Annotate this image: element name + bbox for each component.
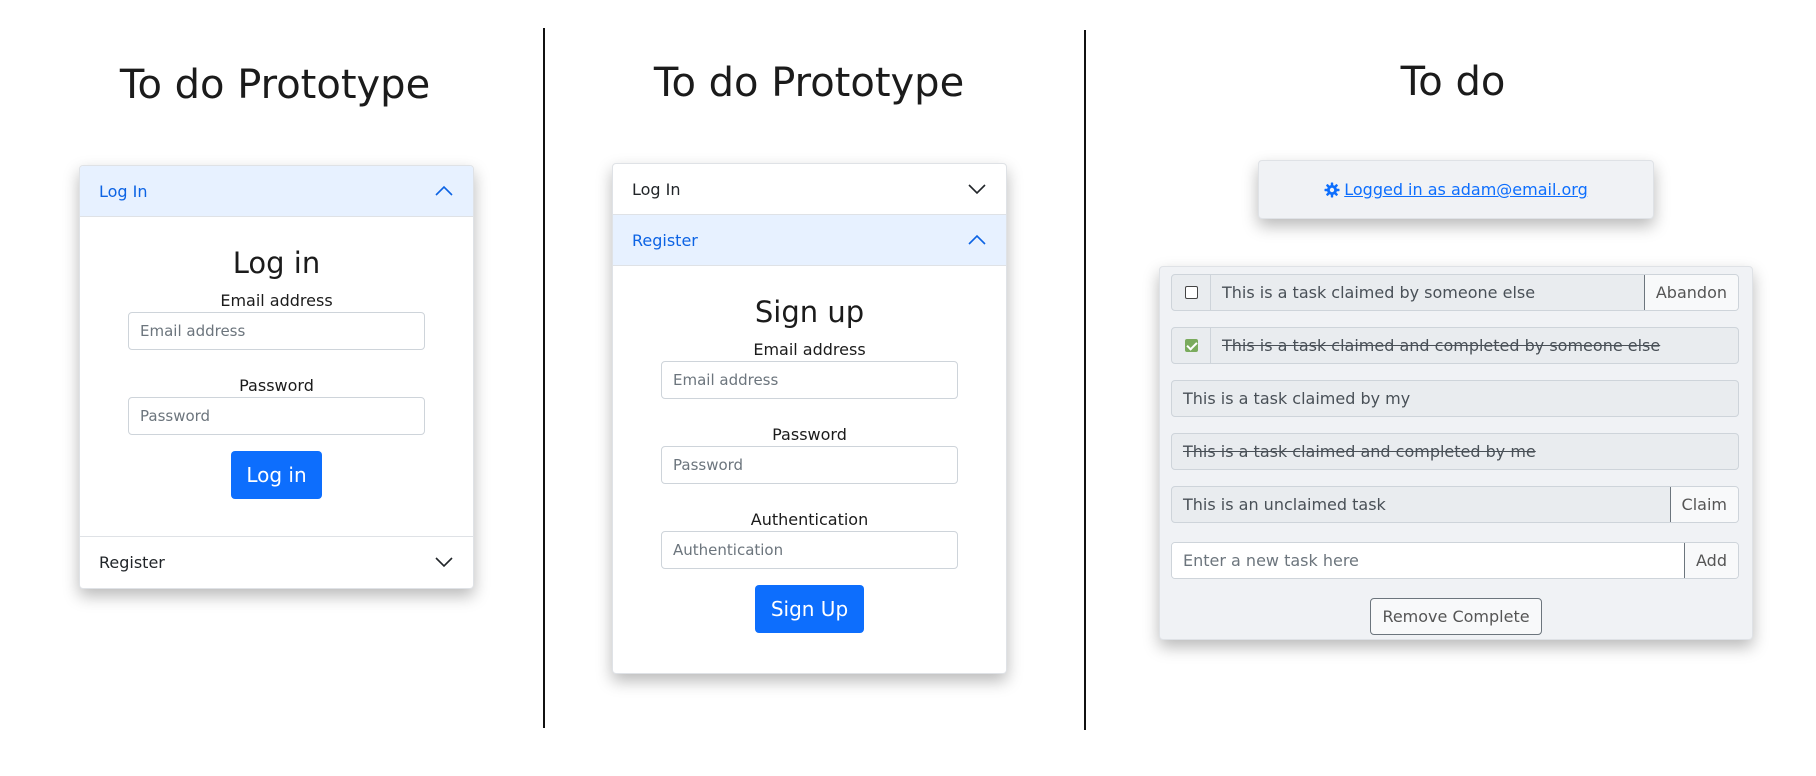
new-task-row: Add [1171,542,1739,579]
accordion-register-label: Register [632,230,698,250]
email-field[interactable] [661,361,958,399]
password-field[interactable] [128,397,425,435]
authentication-label: Authentication [750,510,869,529]
accordion-login-label: Log In [632,179,681,199]
task-row: This is a task claimed by my [1171,380,1739,417]
email-field[interactable] [128,312,425,350]
accordion-register-header[interactable]: Register [80,536,473,587]
authentication-field[interactable] [661,531,958,569]
task-checkbox-checked[interactable] [1184,339,1198,352]
claim-task-button[interactable]: Claim [1669,487,1738,522]
password-label: Password [772,425,847,444]
task-text: This is a task claimed and completed by … [1183,442,1536,461]
task-row: This is a task claimed by someone else Ab… [1171,274,1739,311]
chevron-up-icon [968,234,986,245]
login-accordion: Log In Log in Email address Password Log… [79,165,474,589]
password-label: Password [239,376,314,395]
login-form: Log in Email address Password Log in [80,217,473,536]
task-text: This is a task claimed and completed by … [1222,336,1661,355]
abandon-task-button[interactable]: Abandon [1643,275,1738,310]
logged-in-link[interactable]: Logged in as adam@email.org [1324,180,1588,199]
add-task-button[interactable]: Add [1684,543,1738,578]
accordion-login-label: Log In [99,181,148,201]
task-checkbox-cell [1172,328,1211,363]
new-task-input[interactable] [1172,543,1685,578]
logged-in-text: Logged in as adam@email.org [1344,180,1588,199]
remove-complete-button[interactable]: Remove Complete [1370,598,1542,635]
panel-divider-right [1084,30,1086,730]
email-label: Email address [220,291,333,310]
panel-divider-left [543,28,545,728]
task-text: This is an unclaimed task [1183,495,1386,514]
register-panel-title: To do Prototype [653,60,965,106]
task-checkbox-cell [1172,275,1211,310]
gear-icon [1324,182,1340,197]
accordion-login-header[interactable]: Log In [613,164,1006,215]
signup-button[interactable]: Sign Up [755,585,864,633]
chevron-up-icon [435,185,453,196]
signup-form-title: Sign up [754,295,865,329]
accordion-register-header[interactable]: Register [613,215,1006,266]
task-row: This is a task claimed and completed by … [1171,327,1739,364]
todo-panel-title: To do [1400,59,1506,105]
email-label: Email address [753,340,866,359]
chevron-down-icon [968,184,986,195]
password-field[interactable] [661,446,958,484]
signup-form: Sign up Email address Password Authentic… [613,266,1006,633]
task-checkbox[interactable] [1184,286,1198,299]
task-text: This is a task claimed by someone else [1222,283,1536,302]
accordion-register-label: Register [99,552,165,572]
login-status-card: Logged in as adam@email.org [1258,160,1654,219]
login-panel-title: To do Prototype [119,62,431,108]
register-accordion: Log In Register Sign up Email address Pa… [612,163,1007,674]
login-button[interactable]: Log in [231,451,322,499]
chevron-down-icon [435,557,453,568]
task-row: This is a task claimed and completed by … [1171,433,1739,470]
task-text: This is a task claimed by my [1183,389,1411,408]
login-form-title: Log in [232,246,321,280]
task-row: This is an unclaimed task Claim [1171,486,1739,523]
todo-list-card: This is a task claimed by someone else Ab… [1159,266,1753,640]
accordion-login-header[interactable]: Log In [80,166,473,217]
